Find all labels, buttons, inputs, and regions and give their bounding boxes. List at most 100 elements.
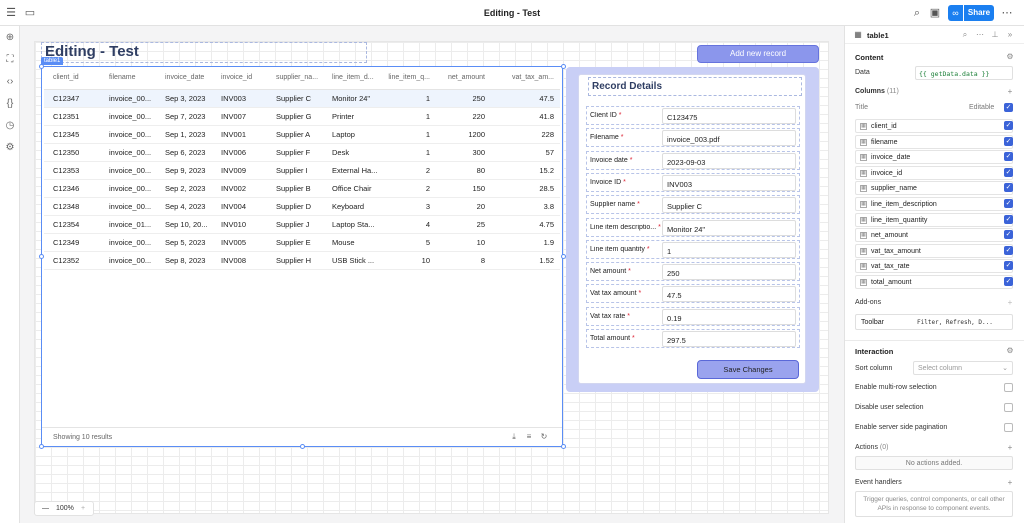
inspector-column-item[interactable]: ▦ total_amount [855, 275, 1013, 289]
interaction-settings-icon[interactable]: ⚙ [1005, 346, 1015, 356]
field-input[interactable]: Supplier C [662, 197, 796, 214]
field-input[interactable]: 1 [662, 241, 796, 258]
add-addon-icon[interactable]: + [1005, 298, 1015, 308]
search-icon[interactable]: ⌕ [911, 7, 923, 19]
inspector-column-item[interactable]: ▦ invoice_date [855, 150, 1013, 165]
variables-icon[interactable]: {} [4, 98, 16, 110]
zoom-in-button[interactable]: + [81, 505, 85, 512]
link-icon[interactable]: ∞ [948, 5, 963, 21]
zoom-level[interactable]: 100% [56, 505, 74, 512]
section-settings-icon[interactable]: ⚙ [1005, 52, 1015, 62]
table-cell: INV008 [212, 251, 267, 270]
column-editable-checkbox[interactable]: ✓ [1004, 136, 1013, 146]
add-component-icon[interactable]: ⊕ [4, 32, 16, 44]
column-header[interactable]: line_item_q... [378, 67, 436, 90]
preview-icon[interactable]: ▣ [929, 7, 941, 19]
add-action-icon[interactable]: + [1005, 443, 1015, 453]
zoom-out-button[interactable]: — [42, 505, 49, 512]
field-input[interactable]: 297.5 [662, 331, 796, 347]
column-header[interactable]: net_amount [436, 67, 491, 90]
field-input[interactable]: invoice_003.pdf [662, 130, 796, 147]
resize-handle[interactable] [39, 444, 44, 449]
inspector-column-item[interactable]: ▦ net_amount [855, 228, 1013, 243]
inspector-column-item[interactable]: ▦ supplier_name [855, 181, 1013, 196]
column-header[interactable]: line_item_d... [323, 67, 378, 90]
table-row[interactable]: C12352 invoice_00... Sep 8, 2023 INV008 Supp… [44, 251, 560, 270]
field-input[interactable]: 2023-09-03 [662, 152, 796, 169]
history-icon[interactable]: ◷ [4, 120, 16, 132]
tree-icon[interactable]: ⛶ [4, 54, 16, 66]
table-row[interactable]: C12350 invoice_00... Sep 6, 2023 INV006 Supp… [44, 143, 560, 162]
column-header[interactable]: invoice_date [156, 67, 212, 90]
field-input[interactable]: INV003 [662, 174, 796, 191]
column-editable-checkbox[interactable]: ✓ [1004, 230, 1013, 240]
table-cell: INV001 [212, 125, 267, 144]
column-header[interactable]: client_id [44, 67, 100, 90]
column-header[interactable]: vat_tax_am... [491, 67, 560, 90]
column-editable-checkbox[interactable]: ✓ [1004, 167, 1013, 177]
table-component[interactable]: client_id filename invoice_date invoice_id s… [41, 66, 563, 447]
more-icon[interactable]: ⋯ [975, 30, 985, 40]
editable-all-checkbox[interactable]: ✓ [1004, 103, 1013, 112]
inspector-column-item[interactable]: ▦ line_item_quantity [855, 212, 1013, 227]
table-row[interactable]: C12345 invoice_00... Sep 1, 2023 INV001 Supp… [44, 125, 560, 144]
multirow-checkbox[interactable] [1004, 383, 1013, 392]
table-cell: Supplier D [267, 197, 323, 216]
download-icon[interactable]: ⤓ [509, 432, 519, 442]
table-row[interactable]: C12353 invoice_00... Sep 9, 2023 INV009 Supp… [44, 161, 560, 180]
column-editable-checkbox[interactable]: ✓ [1004, 214, 1013, 224]
component-name[interactable]: table1 [867, 31, 889, 40]
inspector-column-item[interactable]: ▦ vat_tax_amount [855, 243, 1013, 258]
table-row[interactable]: C12348 invoice_00... Sep 4, 2023 INV004 Supp… [44, 197, 560, 216]
field-input[interactable]: 47.5 [662, 286, 796, 303]
column-editable-checkbox[interactable]: ✓ [1004, 199, 1013, 208]
disable-selection-checkbox[interactable] [1004, 403, 1013, 412]
field-input[interactable]: 250 [662, 264, 796, 281]
resize-handle[interactable] [561, 444, 566, 449]
add-column-icon[interactable]: + [1005, 87, 1015, 97]
code-icon[interactable]: ‹› [4, 76, 16, 88]
column-header[interactable]: supplier_na... [267, 67, 323, 90]
more-icon[interactable]: ⋯ [1001, 7, 1013, 19]
refresh-icon[interactable]: ↻ [539, 432, 549, 442]
resize-handle[interactable] [561, 64, 566, 69]
column-header[interactable]: filename [100, 67, 156, 90]
table-row[interactable]: C12354 invoice_01... Sep 10, 20... INV010 Su… [44, 215, 560, 234]
add-new-record-button[interactable]: Add new record [697, 45, 819, 63]
toolbar-addon[interactable]: Toolbar Filter, Refresh, D... [855, 314, 1013, 330]
inspector-column-item[interactable]: ▦ filename [855, 134, 1013, 149]
pin-icon[interactable]: ⊥ [990, 30, 1000, 40]
resize-handle[interactable] [300, 444, 305, 449]
inspector-column-item[interactable]: ▦ line_item_description [855, 197, 1013, 211]
column-editable-checkbox[interactable]: ✓ [1004, 277, 1013, 286]
table-row[interactable]: C12347 invoice_00... Sep 3, 2023 INV003 Supp… [44, 89, 560, 108]
resize-handle[interactable] [39, 254, 44, 259]
column-editable-checkbox[interactable]: ✓ [1004, 261, 1013, 271]
resize-handle[interactable] [39, 64, 44, 69]
column-editable-checkbox[interactable]: ✓ [1004, 245, 1013, 255]
field-input[interactable]: C123475 [662, 108, 796, 124]
field-input[interactable]: 0.19 [662, 308, 796, 325]
table-cell: 57 [491, 143, 560, 162]
pagination-checkbox[interactable] [1004, 423, 1013, 432]
column-editable-checkbox[interactable]: ✓ [1004, 152, 1013, 162]
sort-column-select[interactable]: Select column ⌄ [913, 361, 1013, 375]
field-input[interactable]: Monitor 24" [662, 219, 796, 236]
add-event-icon[interactable]: + [1005, 478, 1015, 488]
settings-icon[interactable]: ⚙ [4, 142, 16, 154]
filter-icon[interactable]: ≡ [524, 432, 534, 442]
inspector-column-item[interactable]: ▦ client_id [855, 119, 1013, 133]
column-editable-checkbox[interactable]: ✓ [1004, 121, 1013, 130]
data-input[interactable]: {{ getData.data }} [915, 66, 1013, 80]
table-row[interactable]: C12351 invoice_00... Sep 7, 2023 INV007 Supp… [44, 107, 560, 126]
table-row[interactable]: C12346 invoice_00... Sep 2, 2023 INV002 Supp… [44, 179, 560, 198]
search-icon[interactable]: ⌕ [960, 30, 970, 40]
inspector-column-item[interactable]: ▦ invoice_id [855, 165, 1013, 180]
column-header[interactable]: invoice_id [212, 67, 267, 90]
table-row[interactable]: C12349 invoice_00... Sep 5, 2023 INV005 Supp… [44, 233, 560, 252]
share-button[interactable]: Share [964, 5, 994, 21]
expand-icon[interactable]: » [1005, 30, 1015, 40]
column-editable-checkbox[interactable]: ✓ [1004, 183, 1013, 193]
inspector-column-item[interactable]: ▦ vat_tax_rate [855, 259, 1013, 274]
save-changes-button[interactable]: Save Changes [697, 360, 799, 379]
